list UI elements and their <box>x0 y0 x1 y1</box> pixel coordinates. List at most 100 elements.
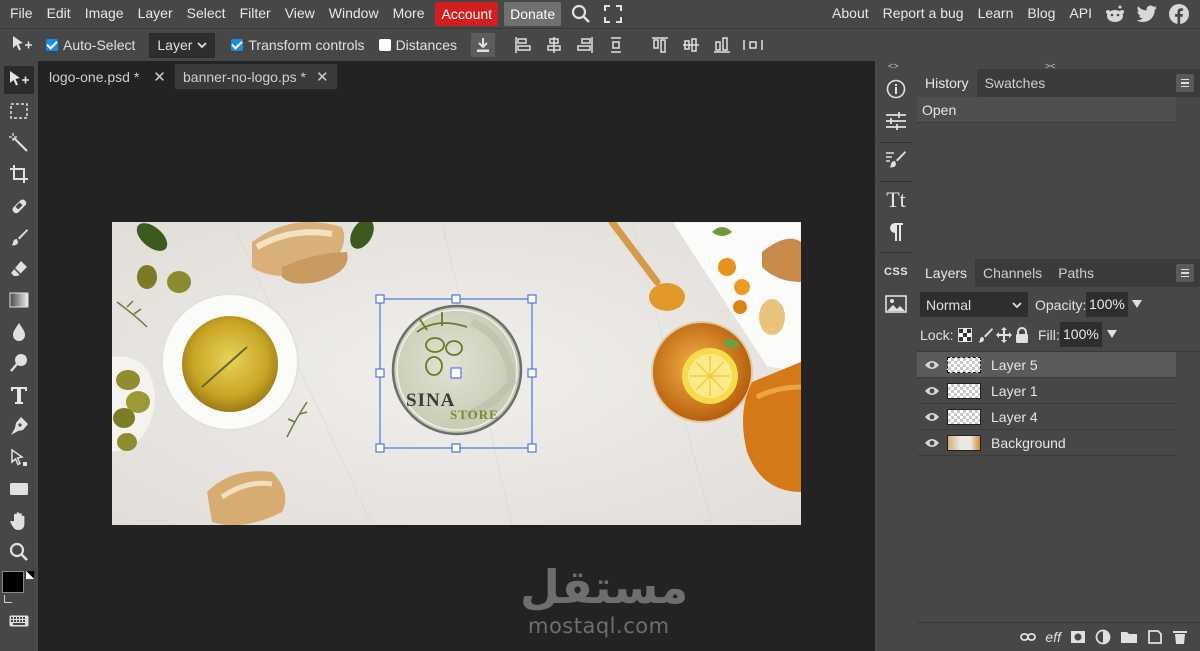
menu-edit[interactable]: Edit <box>40 0 78 28</box>
learn-link[interactable]: Learn <box>971 0 1021 28</box>
reset-colors-icon[interactable] <box>4 595 12 603</box>
eye-icon[interactable] <box>917 386 947 396</box>
gradient-tool[interactable] <box>4 286 34 314</box>
paragraph-button[interactable] <box>879 217 913 247</box>
menu-view[interactable]: View <box>278 0 322 28</box>
effects-icon[interactable]: eff <box>1045 629 1061 645</box>
swap-colors-icon[interactable] <box>26 571 34 579</box>
mask-icon[interactable] <box>1070 630 1086 644</box>
account-button[interactable]: Account <box>435 2 499 26</box>
eye-icon[interactable] <box>917 360 947 370</box>
pen-tool[interactable] <box>4 412 34 440</box>
character-button[interactable]: Tt <box>879 185 913 215</box>
eye-icon[interactable] <box>917 438 947 448</box>
layer-row-layer1[interactable]: Layer 1 <box>917 378 1176 404</box>
transform-handle[interactable] <box>527 294 537 304</box>
image-button[interactable] <box>879 289 913 319</box>
magic-wand-tool[interactable] <box>4 129 34 157</box>
align-left-icon[interactable] <box>512 34 534 56</box>
folder-icon[interactable] <box>1120 630 1138 644</box>
tab-layers[interactable]: Layers <box>917 259 976 287</box>
auto-select-target-select[interactable]: Layer <box>149 32 216 58</box>
trash-icon[interactable] <box>1172 629 1188 645</box>
transform-controls-check-icon[interactable] <box>231 39 244 51</box>
new-layer-icon[interactable] <box>1147 629 1163 645</box>
shape-tool[interactable] <box>4 475 34 503</box>
type-tool[interactable] <box>4 381 34 409</box>
link-icon[interactable] <box>1020 632 1037 642</box>
opacity-arrow-icon[interactable] <box>1131 298 1143 310</box>
brush-tool[interactable] <box>4 223 34 251</box>
align-bottom-icon[interactable] <box>711 34 733 56</box>
tab-banner-no-logo[interactable]: banner-no-logo.ps * ✕ <box>175 64 337 89</box>
fill-input[interactable]: 100% <box>1060 322 1102 347</box>
transform-handle[interactable] <box>375 368 385 378</box>
tab-paths[interactable]: Paths <box>1050 259 1102 287</box>
auto-select-checkbox[interactable]: Auto-Select <box>46 37 135 53</box>
menu-image[interactable]: Image <box>78 0 131 28</box>
api-link[interactable]: API <box>1062 0 1099 28</box>
healing-tool[interactable] <box>4 192 34 220</box>
foreground-color-swatch[interactable] <box>2 571 24 593</box>
transform-controls-checkbox[interactable]: Transform controls <box>231 37 365 53</box>
close-icon[interactable]: ✕ <box>153 68 166 86</box>
tab-swatches[interactable]: Swatches <box>977 69 1054 97</box>
opacity-input[interactable]: 100% <box>1086 292 1128 317</box>
transform-handle[interactable] <box>375 443 385 453</box>
color-swatches[interactable] <box>2 571 36 605</box>
layer-row-layer4[interactable]: Layer 4 <box>917 404 1176 430</box>
marquee-tool[interactable] <box>4 97 34 125</box>
download-icon[interactable] <box>471 33 496 57</box>
lock-pixels-icon[interactable] <box>977 327 993 343</box>
transform-handle[interactable] <box>375 294 385 304</box>
distances-check-icon[interactable] <box>378 39 391 51</box>
collapse-arrows-icon[interactable]: <> <box>888 61 899 71</box>
menu-select[interactable]: Select <box>180 0 233 28</box>
tab-history[interactable]: History <box>917 69 977 97</box>
lock-position-icon[interactable] <box>996 327 1012 343</box>
zoom-tool[interactable] <box>4 538 34 566</box>
layer-row-layer5[interactable]: Layer 5 <box>917 352 1176 378</box>
transform-handle[interactable] <box>451 443 461 453</box>
css-button[interactable]: CSS <box>879 257 913 287</box>
eraser-tool[interactable] <box>4 255 34 283</box>
panel-menu-icon[interactable] <box>1176 74 1194 92</box>
dodge-tool[interactable] <box>4 349 34 377</box>
menu-more[interactable]: More <box>386 0 432 28</box>
align-middle-icon[interactable] <box>680 34 702 56</box>
menu-window[interactable]: Window <box>322 0 386 28</box>
about-link[interactable]: About <box>825 0 876 28</box>
keyboard-icon[interactable] <box>9 615 29 627</box>
close-icon[interactable]: ✕ <box>316 68 329 86</box>
hand-tool[interactable] <box>4 507 34 535</box>
transform-pivot[interactable] <box>450 367 462 379</box>
info-button[interactable] <box>879 74 913 104</box>
menu-layer[interactable]: Layer <box>131 0 180 28</box>
align-top-icon[interactable] <box>649 34 671 56</box>
tab-channels[interactable]: Channels <box>975 259 1050 287</box>
adjustments-button[interactable] <box>879 106 913 136</box>
distribute-v-icon[interactable] <box>742 34 764 56</box>
distances-checkbox[interactable]: Distances <box>378 37 457 53</box>
fill-arrow-icon[interactable] <box>1106 328 1118 340</box>
eye-icon[interactable] <box>917 412 947 422</box>
brush-settings-button[interactable] <box>879 145 913 175</box>
menu-filter[interactable]: Filter <box>233 0 278 28</box>
blog-link[interactable]: Blog <box>1020 0 1062 28</box>
document-canvas[interactable]: SINA STORE <box>112 222 801 525</box>
lock-all-icon[interactable] <box>1015 327 1029 343</box>
facebook-icon[interactable] <box>1168 3 1190 25</box>
adjustment-layer-icon[interactable] <box>1095 629 1111 645</box>
layer-row-background[interactable]: Background <box>917 430 1176 456</box>
align-center-h-icon[interactable] <box>543 34 565 56</box>
blur-tool[interactable] <box>4 318 34 346</box>
direct-select-tool[interactable] <box>4 444 34 472</box>
auto-select-check-icon[interactable] <box>46 39 58 51</box>
panel-menu-icon[interactable] <box>1176 264 1194 282</box>
tab-logo-one[interactable]: logo-one.psd * ✕ <box>41 64 174 89</box>
transform-handle[interactable] <box>527 443 537 453</box>
lock-transparency-icon[interactable] <box>958 328 972 342</box>
move-tool[interactable] <box>4 66 34 94</box>
history-item[interactable]: Open <box>917 97 1176 123</box>
transform-handle[interactable] <box>451 294 461 304</box>
